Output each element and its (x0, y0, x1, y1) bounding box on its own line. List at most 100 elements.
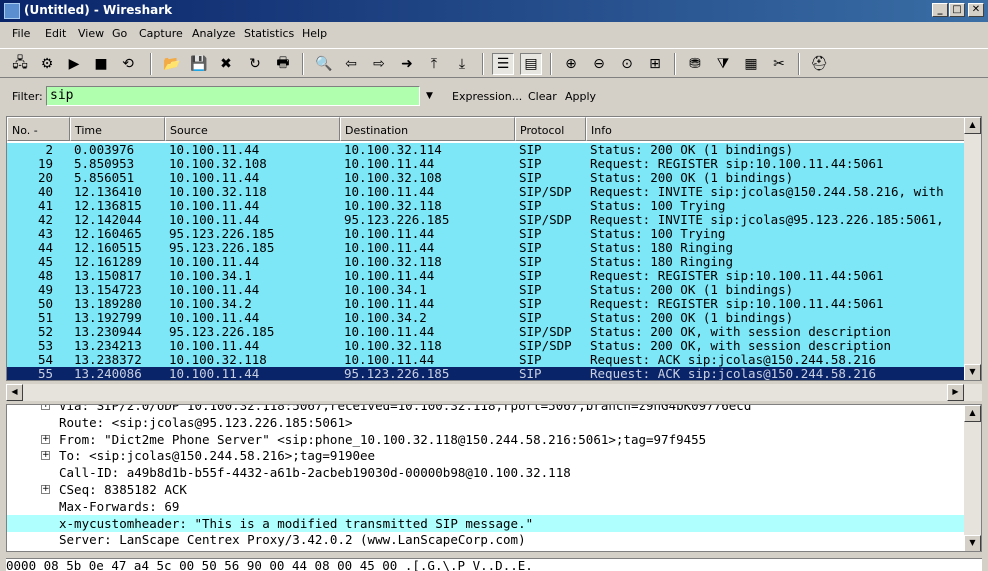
menu-capture[interactable]: Capture (139, 27, 183, 40)
packet-row[interactable]: 19 5.850953 10.100.32.108 10.100.11.44 SIP Re… (7, 157, 965, 171)
menu-view[interactable]: View (78, 27, 104, 40)
packet-row[interactable]: 52 13.230944 95.123.226.185 10.100.11.44 SIP… (7, 325, 965, 339)
back-icon[interactable]: ⇦ (340, 53, 362, 75)
packet-list-vscroll[interactable]: ▲ ▼ (964, 117, 981, 380)
detail-line[interactable]: x-mycustomheader: "This is a modified tr… (7, 514, 965, 532)
packet-source: 10.100.11.44 (169, 213, 260, 227)
goto-icon[interactable]: ➜ (396, 53, 418, 75)
interfaces-icon[interactable]: 🖧 (9, 53, 31, 75)
packet-destination: 10.100.11.44 (344, 227, 435, 241)
menu-go[interactable]: Go (112, 27, 127, 40)
scroll-up-icon[interactable]: ▲ (964, 405, 981, 422)
packet-row[interactable]: 54 13.238372 10.100.32.118 10.100.11.44 SIP R… (7, 353, 965, 367)
packet-info: Status: 200 OK (1 bindings) (590, 311, 794, 325)
scroll-left-icon[interactable]: ◀ (6, 384, 23, 401)
forward-icon[interactable]: ⇨ (368, 53, 390, 75)
detail-line[interactable]: + CSeq: 8385182 ACK (7, 481, 965, 498)
packet-destination: 10.100.34.2 (344, 311, 427, 325)
column-no[interactable]: No. - (7, 117, 70, 141)
display-filters-icon[interactable]: ⧩ (712, 53, 734, 75)
detail-line[interactable]: + Via: SIP/2.0/UDP 10.100.32.118:5067;rec… (7, 405, 965, 414)
close-window-button[interactable]: ✕ (968, 3, 984, 17)
packet-row[interactable]: 20 5.856051 10.100.11.44 10.100.32.108 SIP St… (7, 171, 965, 185)
find-icon[interactable]: 🔍 (313, 53, 335, 75)
detail-line[interactable]: + To: <sip:jcolas@150.244.58.216>;tag=919… (7, 447, 965, 464)
coloring-rules-icon[interactable]: ▦ (740, 53, 762, 75)
apply-button[interactable]: Apply (565, 90, 596, 103)
menu-help[interactable]: Help (302, 27, 327, 40)
detail-line[interactable]: Call-ID: a49b8d1b-b55f-4432-a61b-2acbeb1… (7, 464, 965, 481)
expand-icon[interactable]: + (41, 485, 50, 494)
packet-list-hscroll[interactable]: ◀ ▶ (6, 384, 982, 401)
menu-file[interactable]: File (12, 27, 30, 40)
help-icon[interactable]: ⛑ (808, 53, 830, 75)
expand-icon[interactable]: + (41, 434, 50, 444)
details-vscroll[interactable]: ▲ ▼ (964, 405, 981, 551)
packet-row[interactable]: 55 13.240086 10.100.11.44 95.123.226.185 SIP… (7, 367, 965, 380)
packet-no: 40 (37, 185, 53, 199)
column-info[interactable]: Info (586, 117, 965, 141)
column-protocol[interactable]: Protocol (515, 117, 586, 141)
menu-analyze[interactable]: Analyze (192, 27, 235, 40)
scroll-up-icon[interactable]: ▲ (964, 117, 981, 134)
first-icon[interactable]: ⤒ (423, 53, 445, 75)
filter-dropdown-icon[interactable]: ▼ (426, 91, 433, 101)
packet-row[interactable]: 2 0.003976 10.100.11.44 10.100.32.114 SIP Sta… (7, 143, 965, 157)
colorize-icon[interactable]: ☰ (492, 53, 514, 75)
packet-row[interactable]: 40 12.136410 10.100.32.118 10.100.11.44 SIP/… (7, 185, 965, 199)
zoom-in-icon[interactable]: ⊕ (560, 53, 582, 75)
menu-statistics[interactable]: Statistics (244, 27, 294, 40)
expand-icon[interactable]: + (41, 451, 50, 461)
packet-no: 53 (37, 339, 53, 353)
open-icon[interactable]: 📂 (161, 53, 183, 75)
packet-row[interactable]: 50 13.189280 10.100.34.2 10.100.11.44 SIP Req… (7, 297, 965, 311)
packet-info: Status: 180 Ringing (590, 255, 733, 269)
packet-time: 12.136815 (74, 199, 142, 213)
column-time[interactable]: Time (70, 117, 165, 141)
detail-line[interactable]: Max-Forwards: 69 (7, 498, 965, 515)
zoom-out-icon[interactable]: ⊖ (588, 53, 610, 75)
packet-time: 13.192799 (74, 311, 142, 325)
packet-info: Request: REGISTER sip:10.100.11.44:5061 (590, 157, 884, 171)
detail-line[interactable]: Server: LanScape Centrex Proxy/3.42.0.2 … (7, 531, 965, 548)
autoscroll-icon[interactable]: ▤ (520, 53, 542, 75)
options-icon[interactable]: ⚙ (36, 53, 58, 75)
restart-capture-icon[interactable]: ⟲ (117, 53, 139, 75)
detail-line[interactable]: + From: "Dict2me Phone Server" <sip:phone… (7, 431, 965, 448)
scroll-right-icon[interactable]: ▶ (947, 384, 964, 401)
reload-icon[interactable]: ↻ (244, 53, 266, 75)
packet-row[interactable]: 45 12.161289 10.100.11.44 10.100.32.118 SIP S… (7, 255, 965, 269)
save-icon[interactable]: 💾 (188, 53, 210, 75)
expression-button[interactable]: Expression... (452, 90, 522, 103)
menu-edit[interactable]: Edit (45, 27, 66, 40)
start-capture-icon[interactable]: ▶ (63, 53, 85, 75)
clear-button[interactable]: Clear (528, 90, 557, 103)
scroll-down-icon[interactable]: ▼ (964, 364, 981, 380)
close-file-icon[interactable]: ✖ (215, 53, 237, 75)
packet-row[interactable]: 41 12.136815 10.100.11.44 10.100.32.118 SIP S… (7, 199, 965, 213)
packet-row[interactable]: 42 12.142044 10.100.11.44 95.123.226.185 SIP… (7, 213, 965, 227)
last-icon[interactable]: ⤓ (451, 53, 473, 75)
stop-capture-icon[interactable]: ■ (90, 53, 112, 75)
detail-text: To: <sip:jcolas@150.244.58.216>;tag=9190… (59, 448, 376, 464)
zoom-normal-icon[interactable]: ⊙ (616, 53, 638, 75)
scroll-down-icon[interactable]: ▼ (964, 535, 981, 551)
packet-info: Status: 100 Trying (590, 227, 726, 241)
packet-row[interactable]: 53 13.234213 10.100.11.44 10.100.32.118 SIP/… (7, 339, 965, 353)
column-source[interactable]: Source (165, 117, 340, 141)
packet-row[interactable]: 43 12.160465 95.123.226.185 10.100.11.44 SIP… (7, 227, 965, 241)
display-filter-input[interactable]: sip (46, 86, 420, 106)
capture-filters-icon[interactable]: ⛃ (684, 53, 706, 75)
maximize-button[interactable]: □ (949, 3, 965, 17)
print-icon[interactable]: 🖶 (272, 53, 294, 75)
minimize-button[interactable]: _ (932, 3, 948, 17)
packet-row[interactable]: 51 13.192799 10.100.11.44 10.100.34.2 SIP Sta… (7, 311, 965, 325)
column-destination[interactable]: Destination (340, 117, 515, 141)
packet-row[interactable]: 49 13.154723 10.100.11.44 10.100.34.1 SIP Sta… (7, 283, 965, 297)
preferences-icon[interactable]: ✂ (768, 53, 790, 75)
resize-columns-icon[interactable]: ⊞ (644, 53, 666, 75)
packet-row[interactable]: 48 13.150817 10.100.34.1 10.100.11.44 SIP Req… (7, 269, 965, 283)
detail-line[interactable]: Route: <sip:jcolas@95.123.226.185:5061> (7, 414, 965, 431)
expand-icon[interactable]: + (41, 405, 50, 410)
packet-row[interactable]: 44 12.160515 95.123.226.185 10.100.11.44 SIP… (7, 241, 965, 255)
